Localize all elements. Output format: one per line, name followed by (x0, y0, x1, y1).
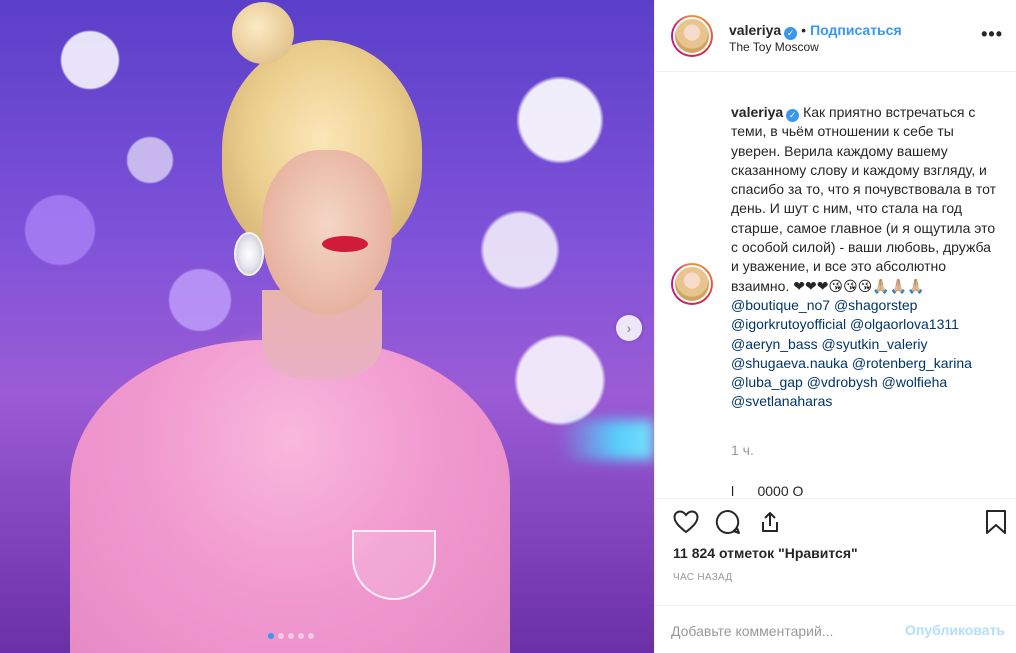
comment-button[interactable] (713, 507, 743, 537)
separator-dot: • (801, 22, 807, 38)
photo-lips (322, 236, 368, 252)
carousel-dot (278, 633, 284, 639)
mention-link[interactable]: @svetlanaharas (731, 392, 1001, 411)
background-light (560, 420, 654, 460)
publish-button[interactable]: Опубликовать (905, 622, 1005, 638)
carousel-next-button[interactable]: › (616, 315, 642, 341)
save-button[interactable] (981, 507, 1011, 537)
photo-dress (70, 340, 510, 653)
username-link[interactable]: valeriya (729, 22, 781, 38)
post-timestamp[interactable]: ЧАС НАЗАД (673, 572, 732, 583)
header-user-line: valeriya ✓ • Подписаться (729, 22, 902, 40)
mention-link[interactable]: @aeryn_bass @syutkin_valeriy (731, 335, 1001, 354)
verified-badge-icon: ✓ (784, 27, 798, 40)
caption-time[interactable]: 1 ч. (731, 442, 754, 458)
heart-icon (673, 510, 699, 534)
comments-area[interactable]: valeriya ✓ Как приятно встречаться с теми… (655, 73, 1016, 498)
photo-face (262, 150, 392, 315)
share-icon (762, 512, 778, 532)
follow-button[interactable]: Подписаться (810, 22, 902, 38)
carousel-dot (288, 633, 294, 639)
carousel-indicator (268, 633, 314, 639)
carousel-dot (308, 633, 314, 639)
mention-link[interactable]: @igorkrutoyofficial @olgaorlova1311 (731, 315, 1001, 334)
caption-username-link[interactable]: valeriya (731, 104, 783, 120)
share-button[interactable] (755, 507, 785, 537)
avatar[interactable] (671, 15, 713, 57)
comment-icon (715, 509, 740, 534)
carousel-dot (268, 633, 274, 639)
caption-avatar[interactable] (671, 263, 713, 305)
caption: valeriya ✓ Как приятно встречаться с теми… (731, 103, 1001, 412)
like-button[interactable] (671, 507, 701, 537)
mention-link[interactable]: @luba_gap @vdrobysh @wolfieha (731, 373, 1001, 392)
likes-count[interactable]: 11 824 отметок "Нравится" (673, 545, 858, 561)
post-photo[interactable]: › (0, 0, 654, 653)
verified-badge-icon: ✓ (786, 109, 800, 123)
bookmark-icon (986, 510, 1006, 534)
chevron-right-icon: › (626, 320, 632, 336)
comment-input[interactable] (671, 620, 891, 642)
mention-link[interactable]: @boutique_no7 @shagorstep (731, 296, 1001, 315)
carousel-dot (298, 633, 304, 639)
mention-link[interactable]: @shugaeva.nauka @rotenberg_karina (731, 354, 1001, 373)
add-comment-bar: Опубликовать (655, 605, 1016, 653)
post-side-panel: valeriya ✓ • Подписаться The Toy Moscow •••… (654, 0, 1016, 653)
action-bar (655, 498, 1016, 544)
next-comment-partial: l __ 0000 O (731, 483, 804, 498)
more-dots-icon[interactable]: ••• (981, 24, 1003, 45)
photo-hair-bun (232, 2, 294, 64)
post-header: valeriya ✓ • Подписаться The Toy Moscow ••• (655, 0, 1016, 72)
location-link[interactable]: The Toy Moscow (729, 40, 819, 54)
photo-earring (234, 232, 264, 276)
caption-body: Как приятно встречаться с теми, в чьём о… (731, 104, 996, 294)
